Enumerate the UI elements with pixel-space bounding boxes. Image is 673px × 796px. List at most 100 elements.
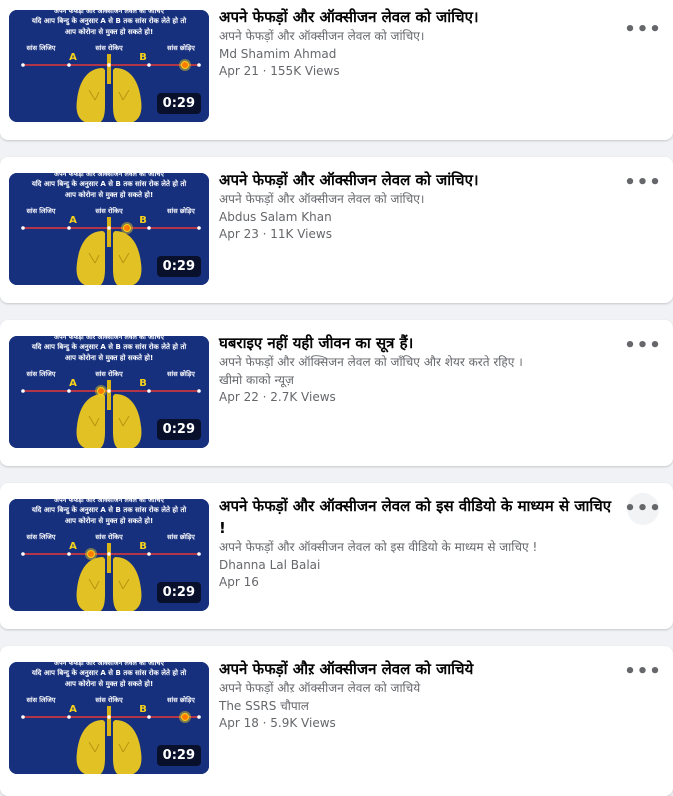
trachea-shape xyxy=(107,217,111,247)
video-author[interactable]: खीमो काको न्यूज़ xyxy=(219,372,619,389)
more-options-button[interactable]: ••• xyxy=(624,14,662,46)
video-info: अपने फेफड़ों और ऑक्सीजन लेवल को जांचिए। … xyxy=(219,6,619,80)
trachea-shape xyxy=(107,706,111,736)
thumbnail-label-mid: सांस रोकिए xyxy=(94,696,123,704)
more-options-button[interactable]: ••• xyxy=(624,167,661,199)
video-duration-badge: 0:29 xyxy=(156,745,201,766)
video-card[interactable]: अपने फेफड़ों और ऑक्सीजन लेवल को जांचिए यद… xyxy=(0,0,673,140)
timeline-dot xyxy=(21,226,25,230)
video-thumbnail[interactable]: अपने फेफड़ों और ऑक्सीजन लेवल को जांचिए यद… xyxy=(9,173,209,285)
timeline-marker xyxy=(181,713,189,721)
thumbnail-caption-line2: आप कोरोना से मुक्त हो सकते हो! xyxy=(65,27,153,37)
timeline-dot xyxy=(67,63,71,67)
video-meta: Apr 18 · 5.9K Views xyxy=(219,716,336,730)
timeline-dot xyxy=(147,715,151,719)
thumbnail-label-left: सांस लिजिए xyxy=(26,207,56,215)
trachea-shape xyxy=(107,543,111,573)
thumbnail-caption-line1: यदि आप बिन्दु के अनुसार A से B तक सांस र… xyxy=(31,668,188,678)
more-horizontal-icon: ••• xyxy=(624,19,662,40)
thumbnail-caption-top: अपने फेफड़ों और ऑक्सीजन लेवल को जांचिए xyxy=(54,662,164,667)
video-card[interactable]: अपने फेफड़ों और ऑक्सीजन लेवल को जांचिए यद… xyxy=(0,320,673,466)
more-options-button[interactable]: ••• xyxy=(624,656,661,688)
video-thumbnail[interactable]: अपने फेफड़ों और ऑक्सीजन लेवल को जांचिए यद… xyxy=(9,662,209,774)
more-options-button[interactable]: ••• xyxy=(624,493,661,525)
thumbnail-caption-top: अपने फेफड़ों और ऑक्सीजन लेवल को जांचिए xyxy=(54,336,164,341)
video-author[interactable]: The SSRS चौपाल xyxy=(219,698,619,715)
thumbnail-caption-line2: आप कोरोना से मुक्त हो सकते हो! xyxy=(65,679,153,689)
thumbnail-caption-line1: यदि आप बिन्दु के अनुसार A से B तक सांस र… xyxy=(31,342,188,352)
video-thumbnail[interactable]: अपने फेफड़ों और ऑक्सीजन लेवल को जांचिए यद… xyxy=(9,336,209,448)
thumbnail-caption-top: अपने फेफड़ों और ऑक्सीजन लेवल को जांचिए xyxy=(54,10,164,15)
thumbnail-caption-line2: आप कोरोना से मुक्त हो सकते हो! xyxy=(65,190,153,200)
thumbnail-caption-top: अपने फेफड़ों और ऑक्सीजन लेवल को जांचिए xyxy=(54,499,164,504)
thumbnail-point-a: A xyxy=(69,378,77,389)
more-horizontal-icon: ••• xyxy=(624,335,662,356)
thumbnail-caption-line1: यदि आप बिन्दु के अनुसार A से B तक सांस र… xyxy=(31,16,188,26)
video-feed: अपने फेफड़ों और ऑक्सीजन लेवल को जांचिए यद… xyxy=(0,0,673,796)
video-title[interactable]: अपने फेफड़ों और ऑक्सीजन लेवल को जांचिए। xyxy=(219,6,619,28)
timeline-dot xyxy=(197,226,201,230)
trachea-shape xyxy=(107,380,111,410)
thumbnail-label-mid: सांस रोकिए xyxy=(94,44,123,52)
thumbnail-point-a: A xyxy=(69,704,77,715)
video-title[interactable]: अपने फेफड़ों औऱ ऑक्सीजन लेवल को जाचिये xyxy=(219,658,619,680)
video-meta: Apr 21 · 155K Views xyxy=(219,64,340,78)
thumbnail-label-mid: सांस रोकिए xyxy=(94,533,123,541)
video-description: अपने फेफड़ों और ऑक्सीजन लेवल को इस वीडिय… xyxy=(219,540,538,554)
video-title[interactable]: अपने फेफड़ों और ऑक्सीजन लेवल को इस वीडिय… xyxy=(219,495,614,539)
video-title[interactable]: अपने फेफड़ों और ऑक्सीजन लेवल को जांचिए। xyxy=(219,169,619,191)
thumbnail-point-b: B xyxy=(139,704,147,715)
thumbnail-label-left: सांस लिजिए xyxy=(26,533,56,541)
thumbnail-point-b: B xyxy=(139,541,147,552)
thumbnail-caption-line2: आप कोरोना से मुक्त हो सकते हो! xyxy=(65,516,153,526)
thumbnail-point-a: A xyxy=(69,541,77,552)
timeline-dot xyxy=(67,389,71,393)
timeline-dot xyxy=(197,552,201,556)
timeline-dot xyxy=(107,226,111,230)
timeline-dot xyxy=(147,389,151,393)
timeline-marker xyxy=(123,224,131,232)
video-description: अपने फेफड़ों और ऑक्सिजन लेवल को जाँचिए औ… xyxy=(219,355,523,369)
thumbnail-label-right: सांस छोड़िए xyxy=(166,44,195,52)
thumbnail-label-left: सांस लिजिए xyxy=(26,44,56,52)
thumbnail-point-a: A xyxy=(69,215,77,226)
video-author[interactable]: Md Shamim Ahmad xyxy=(219,46,619,63)
video-duration-badge: 0:29 xyxy=(156,419,201,440)
thumbnail-point-b: B xyxy=(139,52,147,63)
thumbnail-label-right: सांस छोड़िए xyxy=(166,370,195,378)
timeline-dot xyxy=(147,63,151,67)
thumbnail-label-mid: सांस रोकिए xyxy=(94,207,123,215)
trachea-shape xyxy=(107,54,111,84)
timeline-dot xyxy=(107,715,111,719)
thumbnail-point-b: B xyxy=(139,215,147,226)
video-card[interactable]: अपने फेफड़ों और ऑक्सीजन लेवल को जांचिए यद… xyxy=(0,646,673,796)
video-duration-badge: 0:29 xyxy=(156,93,201,114)
video-title[interactable]: घबराइए नहीं यही जीवन का सूत्र हैं। xyxy=(219,332,619,354)
timeline-dot xyxy=(197,389,201,393)
thumbnail-caption-line1: यदि आप बिन्दु के अनुसार A से B तक सांस र… xyxy=(31,505,188,515)
timeline-dot xyxy=(147,552,151,556)
video-author[interactable]: Dhanna Lal Balai xyxy=(219,557,614,574)
thumbnail-caption-line2: आप कोरोना से मुक्त हो सकते हो! xyxy=(65,353,153,363)
video-meta: Apr 16 xyxy=(219,575,259,589)
video-meta: Apr 22 · 2.7K Views xyxy=(219,390,336,404)
thumbnail-label-right: सांस छोड़िए xyxy=(166,696,195,704)
thumbnail-label-left: सांस लिजिए xyxy=(26,696,56,704)
video-card[interactable]: अपने फेफड़ों और ऑक्सीजन लेवल को जांचिए यद… xyxy=(0,483,673,629)
timeline-dot xyxy=(107,63,111,67)
video-meta: Apr 23 · 11K Views xyxy=(219,227,332,241)
video-info: अपने फेफड़ों और ऑक्सीजन लेवल को इस वीडिय… xyxy=(219,495,614,591)
more-options-button[interactable]: ••• xyxy=(624,330,662,362)
video-thumbnail[interactable]: अपने फेफड़ों और ऑक्सीजन लेवल को जांचिए यद… xyxy=(9,10,209,122)
video-description: अपने फेफड़ों और ऑक्सीजन लेवल को जांचिए। xyxy=(219,29,425,43)
video-duration-badge: 0:29 xyxy=(156,582,201,603)
video-thumbnail[interactable]: अपने फेफड़ों और ऑक्सीजन लेवल को जांचिए यद… xyxy=(9,499,209,611)
thumbnail-point-a: A xyxy=(69,52,77,63)
video-card[interactable]: अपने फेफड़ों और ऑक्सीजन लेवल को जांचिए यद… xyxy=(0,157,673,303)
thumbnail-label-mid: सांस रोकिए xyxy=(94,370,123,378)
video-info: अपने फेफड़ों औऱ ऑक्सीजन लेवल को जाचिये अ… xyxy=(219,658,619,732)
video-author[interactable]: Abdus Salam Khan xyxy=(219,209,619,226)
timeline-dot xyxy=(197,715,201,719)
timeline-dot xyxy=(107,389,111,393)
timeline-marker xyxy=(181,61,189,69)
